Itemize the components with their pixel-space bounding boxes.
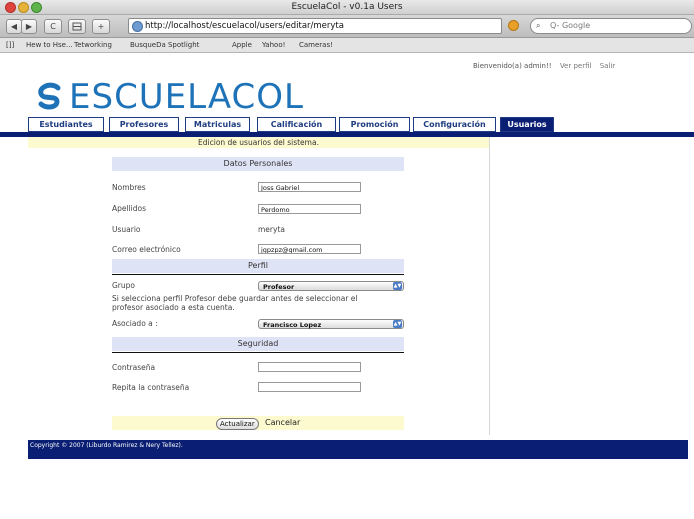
forward-button[interactable]: ▶ xyxy=(21,19,37,34)
actualizar-button[interactable]: Actualizar xyxy=(216,418,259,430)
label-correo: Correo electrónico xyxy=(112,245,181,254)
view-profile-link[interactable]: Ver perfil xyxy=(560,62,592,70)
label-usuario: Usuario xyxy=(112,225,141,234)
grupo-select[interactable]: Profesor ▲▼ xyxy=(258,281,404,291)
tab-configuracion[interactable]: Configuración xyxy=(413,117,496,132)
logo-emblem-icon xyxy=(38,82,61,110)
search-field[interactable]: ⌕ Q- Google xyxy=(530,18,692,34)
bookmark-item[interactable]: Hew to Hse... xyxy=(26,38,73,52)
back-button[interactable]: ◀ xyxy=(6,19,22,34)
rss-icon[interactable] xyxy=(508,20,519,31)
correo-input[interactable]: jgpzpz@gmail.com xyxy=(258,244,361,254)
form-actions: Actualizar Cancelar xyxy=(112,416,404,430)
window-title: EscuelaCol - v0.1a Users xyxy=(291,2,403,12)
usuario-value: meryta xyxy=(258,225,285,234)
profile-note-line1: Si selecciona perfil Profesor debe guard… xyxy=(112,294,358,303)
password-input[interactable] xyxy=(258,362,361,372)
password-confirm-input[interactable] xyxy=(258,382,361,392)
section-profile: Perfil xyxy=(112,259,404,273)
bookmark-grid-icon[interactable] xyxy=(68,19,86,34)
add-bookmark-button[interactable]: + xyxy=(92,19,110,34)
bookmark-item[interactable]: Yahoo! xyxy=(262,38,285,52)
select-arrows-icon: ▲▼ xyxy=(393,320,402,328)
user-welcome: Bienvenido(a) admin!! Ver perfil Salir xyxy=(473,62,615,70)
apellidos-input[interactable]: Perdomo xyxy=(258,204,361,214)
section-divider xyxy=(112,274,404,275)
profile-note-line2: profesor asociado a esta cuenta. xyxy=(112,303,235,312)
label-repita: Repita la contraseña xyxy=(112,383,190,392)
page-footer: Copyright © 2007 (Liburdo Ramirez & Nery… xyxy=(28,440,688,459)
tab-promocion[interactable]: Promoción xyxy=(339,117,410,132)
user-edit-form: Edicion de usuarios del sistema. Datos P… xyxy=(28,137,490,435)
address-bar[interactable]: http://localhost/escuelacol/users/editar… xyxy=(128,18,502,34)
browser-toolbar: ◀ ▶ C + http://localhost/escuelacol/user… xyxy=(0,15,694,38)
page-banner: Edicion de usuarios del sistema. xyxy=(28,137,489,148)
grupo-selected-value: Profesor xyxy=(263,283,295,291)
logout-link[interactable]: Salir xyxy=(600,62,616,70)
tab-usuarios[interactable]: Usuarios xyxy=(500,117,554,132)
section-security: Seguridad xyxy=(112,337,404,351)
select-arrows-icon: ▲▼ xyxy=(393,282,402,290)
asociado-select[interactable]: Francisco Lopez ▲▼ xyxy=(258,319,404,329)
bookmark-item[interactable]: BusqueDa Spotlight xyxy=(130,38,199,52)
copyright-text: Copyright © 2007 (Liburdo Ramirez & Nery… xyxy=(30,442,183,449)
bookmark-item[interactable]: Apple xyxy=(232,38,252,52)
main-nav: Estudiantes Profesores Matriculas Califi… xyxy=(0,117,694,132)
page-content: Bienvenido(a) admin!! Ver perfil Salir E… xyxy=(0,53,694,519)
search-icon: ⌕ xyxy=(536,21,541,30)
nombres-input[interactable]: Joss Gabriel xyxy=(258,182,361,192)
label-nombres: Nombres xyxy=(112,183,146,192)
label-contrasena: Contraseña xyxy=(112,363,156,372)
section-personal: Datos Personales xyxy=(112,157,404,171)
cancelar-link[interactable]: Cancelar xyxy=(265,417,300,429)
section-divider xyxy=(112,352,404,353)
tab-matriculas[interactable]: Matriculas xyxy=(185,117,250,132)
brand-name: ESCUELACOL xyxy=(69,77,305,117)
bookmarks-bar: []] Hew to Hse... Tetworking BusqueDa Sp… xyxy=(0,38,694,53)
tab-calificacion[interactable]: Calificación xyxy=(257,117,336,132)
address-text: http://localhost/escuelacol/users/editar… xyxy=(145,21,344,31)
reload-button[interactable]: C xyxy=(44,19,62,34)
search-placeholder: Q- Google xyxy=(550,21,591,30)
label-asociado: Asociado a : xyxy=(112,319,158,328)
window-titlebar: EscuelaCol - v0.1a Users xyxy=(0,0,694,15)
welcome-text: Bienvenido(a) admin!! xyxy=(473,62,552,70)
globe-icon xyxy=(132,21,143,32)
label-apellidos: Apellidos xyxy=(112,204,147,213)
tab-profesores[interactable]: Profesores xyxy=(109,117,179,132)
tab-estudiantes[interactable]: Estudiantes xyxy=(28,117,104,132)
bookmark-item[interactable]: []] xyxy=(6,38,14,52)
label-grupo: Grupo xyxy=(112,281,135,290)
asociado-selected-value: Francisco Lopez xyxy=(263,321,322,329)
bookmark-item[interactable]: Cameras! xyxy=(299,38,333,52)
bookmark-item[interactable]: Tetworking xyxy=(74,38,112,52)
